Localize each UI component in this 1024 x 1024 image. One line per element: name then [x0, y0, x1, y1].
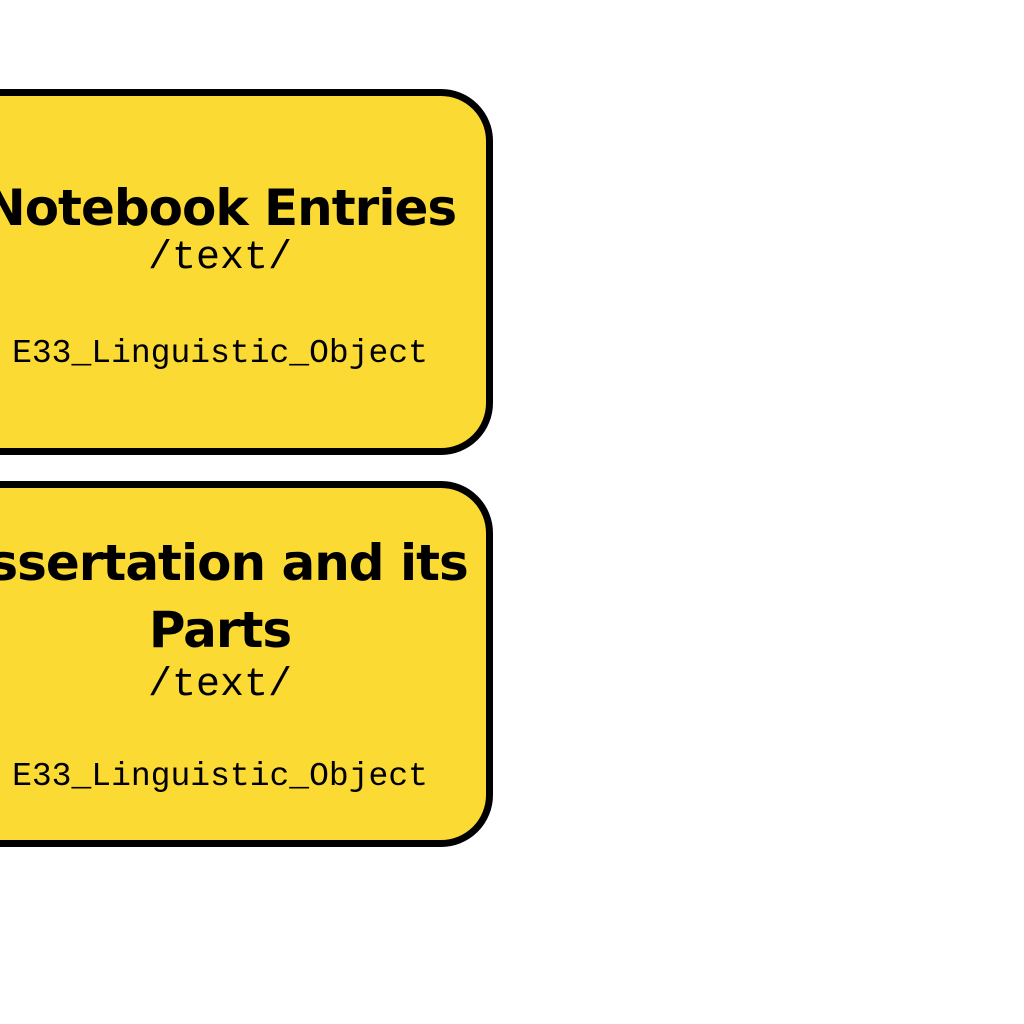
node-title-line-2: Parts [148, 601, 292, 659]
node-type-tag: /text/ [147, 663, 293, 708]
node-title: Notebook Entries [0, 179, 457, 237]
node-class-label: E33_Linguistic_Object [12, 758, 428, 795]
node-type-tag: /text/ [147, 236, 293, 281]
node-class-label: E33_Linguistic_Object [12, 335, 428, 372]
node-title-line-1: issertation and its [0, 534, 469, 592]
diagram-canvas: Notebook Entries /text/ E33_Linguistic_O… [0, 0, 1024, 1024]
